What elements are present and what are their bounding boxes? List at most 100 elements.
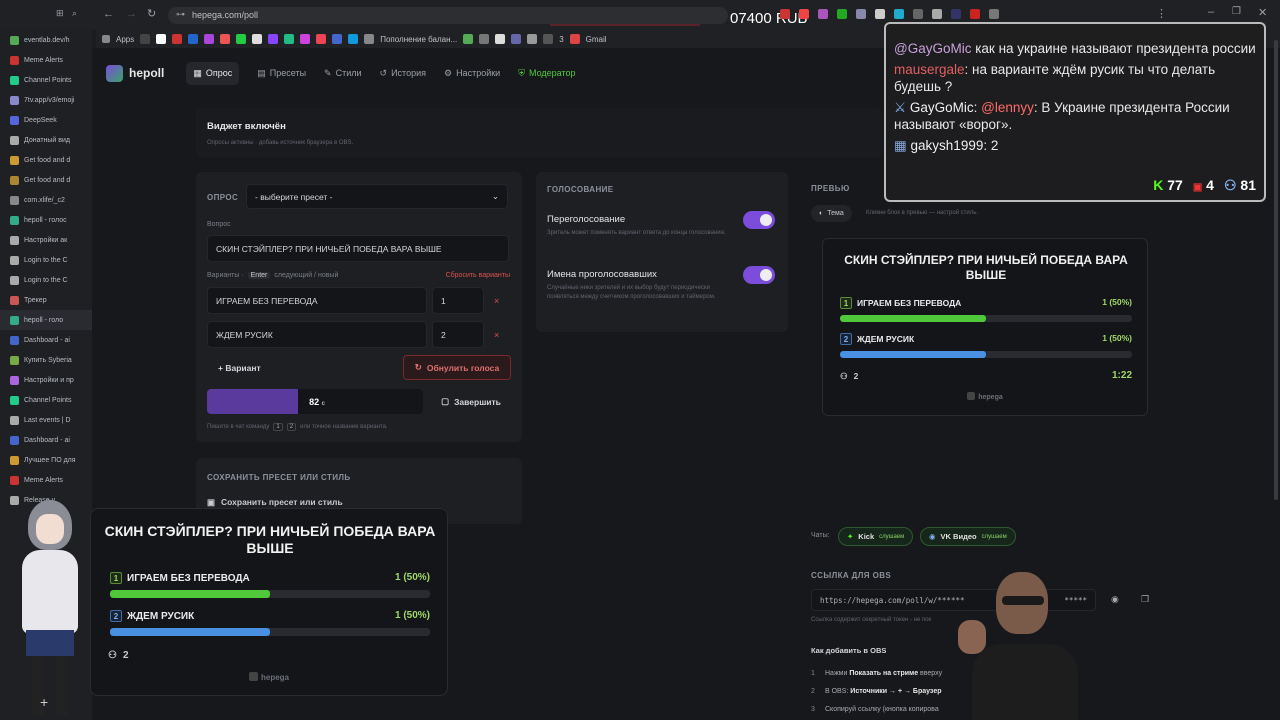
sidebar-tab-item[interactable]: Dashboard - ai bbox=[0, 430, 92, 450]
bookmark-icon[interactable] bbox=[479, 34, 490, 44]
remove-variant-1-icon[interactable]: × bbox=[494, 296, 499, 306]
bookmark-icon[interactable] bbox=[511, 34, 522, 44]
sidebar-tab-item[interactable]: Channel Points bbox=[0, 70, 92, 90]
variant-command-2[interactable]: 2 bbox=[432, 321, 484, 348]
reload-icon[interactable]: ↻ bbox=[147, 7, 156, 20]
ext-icon[interactable] bbox=[818, 9, 828, 19]
reset-variants-link[interactable]: Сбросить варианты bbox=[446, 272, 510, 279]
ext-icon[interactable] bbox=[913, 9, 923, 19]
tab-moderator[interactable]: ⛨ Модератор bbox=[518, 68, 575, 79]
sidebar-tab-item[interactable]: Meme Alerts bbox=[0, 470, 92, 490]
theme-button[interactable]: ◐ Тема bbox=[811, 205, 852, 222]
eye-icon[interactable]: ◉ bbox=[1111, 594, 1119, 605]
bookmark-icon[interactable] bbox=[220, 34, 231, 44]
sidebar-tab-item[interactable]: com.xlife/_c2 bbox=[0, 190, 92, 210]
reset-votes-button[interactable]: ↻ Обнулить голоса bbox=[403, 355, 511, 380]
maximize-icon[interactable]: ❐ bbox=[1232, 6, 1241, 17]
bookmark-icon[interactable] bbox=[284, 34, 295, 44]
sidebar-tab-item[interactable]: Донатный вид bbox=[0, 130, 92, 150]
tab-search-icon[interactable]: ⌕ bbox=[72, 8, 77, 19]
back-icon[interactable]: ← bbox=[103, 8, 114, 20]
site-info-icon[interactable]: ⊶ bbox=[176, 9, 185, 20]
ext-icon[interactable] bbox=[799, 9, 809, 19]
bookmark-icon[interactable] bbox=[156, 34, 167, 44]
sidebar-tab-item[interactable]: Last events | D bbox=[0, 410, 92, 430]
sidebar-tab-item[interactable]: Get food and d bbox=[0, 150, 92, 170]
sidebar-tab-item[interactable]: 7tv.app/v3/emoji bbox=[0, 90, 92, 110]
bookmark-icon[interactable] bbox=[204, 34, 215, 44]
forward-icon[interactable]: → bbox=[126, 8, 137, 20]
variant-input-1[interactable]: ИГРАЕМ БЕЗ ПЕРЕВОДА bbox=[207, 287, 427, 314]
sidebar-tab-item[interactable]: hepoll - голо bbox=[0, 310, 92, 330]
save-preset-button[interactable]: ▣ Сохранить пресет или стиль bbox=[207, 497, 343, 508]
bookmark-icon[interactable] bbox=[364, 34, 375, 44]
sidebar-tab-item[interactable]: Login to the C bbox=[0, 270, 92, 290]
tab-styles[interactable]: ✎ Стили bbox=[324, 68, 361, 79]
poll-preview-widget[interactable]: СКИН СТЭЙПЛЕР? ПРИ НИЧЬЕЙ ПОБЕДА ВАРА ВЫ… bbox=[822, 238, 1148, 416]
bookmark-icon[interactable] bbox=[188, 34, 199, 44]
sidebar-tab-item[interactable]: Login to the C bbox=[0, 250, 92, 270]
sidebar-tab-item[interactable]: Dashboard - ai bbox=[0, 330, 92, 350]
remove-variant-2-icon[interactable]: × bbox=[494, 330, 499, 340]
sidebar-tab-item[interactable]: Channel Points bbox=[0, 390, 92, 410]
finish-button[interactable]: ▢ Завершить bbox=[432, 389, 510, 414]
ext-icon[interactable] bbox=[894, 9, 904, 19]
timer-control[interactable]: 82 с bbox=[207, 389, 423, 414]
bookmark-icon[interactable] bbox=[236, 34, 247, 44]
bookmark-icon[interactable] bbox=[252, 34, 263, 44]
bookmark-icon[interactable] bbox=[316, 34, 327, 44]
bookmark-icon[interactable] bbox=[300, 34, 311, 44]
ext-icon[interactable] bbox=[932, 9, 942, 19]
tabs-grid-icon[interactable]: ⊞ bbox=[56, 8, 64, 19]
sidebar-tab-item[interactable]: Настройки ак bbox=[0, 230, 92, 250]
bookmark-3[interactable]: 3 bbox=[559, 35, 563, 44]
kick-chat-chip[interactable]: ✦ Kick слушаем bbox=[838, 527, 914, 546]
bookmark-icon[interactable] bbox=[527, 34, 538, 44]
bookmark-icon[interactable] bbox=[172, 34, 183, 44]
ext-icon[interactable] bbox=[951, 9, 961, 19]
bookmark-topup[interactable]: Пополнение балан... bbox=[380, 35, 457, 44]
ext-icon[interactable] bbox=[837, 9, 847, 19]
address-bar[interactable]: ⊶ hepega.com/poll bbox=[168, 7, 728, 24]
ext-icon[interactable] bbox=[780, 9, 790, 19]
bookmark-icon[interactable] bbox=[463, 34, 474, 44]
variant-command-1[interactable]: 1 bbox=[432, 287, 484, 314]
sidebar-tab-item[interactable]: hepoll - голос bbox=[0, 210, 92, 230]
variant-input-2[interactable]: ЖДЕМ РУСИК bbox=[207, 321, 427, 348]
ext-icon[interactable] bbox=[989, 9, 999, 19]
tab-poll[interactable]: ▦ Опрос bbox=[186, 61, 240, 85]
menu-icon[interactable]: ⋮ bbox=[1156, 7, 1167, 20]
scrollbar[interactable] bbox=[1274, 40, 1278, 500]
ext-icon[interactable] bbox=[875, 9, 885, 19]
sidebar-tab-item[interactable]: DeepSeek bbox=[0, 110, 92, 130]
close-window-icon[interactable]: ✕ bbox=[1258, 6, 1267, 19]
bookmark-apps[interactable]: Apps bbox=[116, 35, 134, 44]
sidebar-tab-item[interactable]: Лучшее ПО для bbox=[0, 450, 92, 470]
sidebar-tab-item[interactable]: Meme Alerts bbox=[0, 50, 92, 70]
ext-icon[interactable] bbox=[970, 9, 980, 19]
question-input[interactable]: СКИН СТЭЙПЛЕР? ПРИ НИЧЬЕЙ ПОБЕДА ВАРА ВЫ… bbox=[207, 235, 509, 262]
vk-chat-chip[interactable]: ◉ VK Видео слушаем bbox=[920, 527, 1016, 546]
voter-names-toggle[interactable] bbox=[743, 266, 775, 284]
bookmark-icon[interactable] bbox=[495, 34, 506, 44]
bookmark-icon[interactable] bbox=[543, 34, 554, 44]
bookmark-gmail[interactable]: Gmail bbox=[586, 35, 607, 44]
bookmark-icon[interactable] bbox=[332, 34, 343, 44]
new-tab-plus-icon[interactable]: + bbox=[40, 694, 48, 710]
preset-select[interactable]: - выберите пресет - ⌄ bbox=[246, 184, 508, 209]
copy-icon[interactable]: ❐ bbox=[1141, 594, 1149, 605]
minimize-icon[interactable]: – bbox=[1208, 6, 1214, 18]
bookmark-icon[interactable] bbox=[140, 34, 151, 44]
bookmark-icon[interactable] bbox=[348, 34, 359, 44]
sidebar-tab-item[interactable]: Трекер bbox=[0, 290, 92, 310]
sidebar-tab-item[interactable]: Настройки и пр bbox=[0, 370, 92, 390]
tab-settings[interactable]: ⚙ Настройки bbox=[444, 68, 500, 79]
revote-toggle[interactable] bbox=[743, 211, 775, 229]
tab-history[interactable]: ↺ История bbox=[380, 68, 426, 79]
sidebar-tab-item[interactable]: Get food and d bbox=[0, 170, 92, 190]
sidebar-tab-item[interactable]: Купить Syberia bbox=[0, 350, 92, 370]
add-variant-button[interactable]: + Вариант bbox=[207, 356, 267, 380]
bookmark-icon[interactable] bbox=[268, 34, 279, 44]
tab-presets[interactable]: ▤ Пресеты bbox=[257, 68, 306, 79]
ext-icon[interactable] bbox=[856, 9, 866, 19]
